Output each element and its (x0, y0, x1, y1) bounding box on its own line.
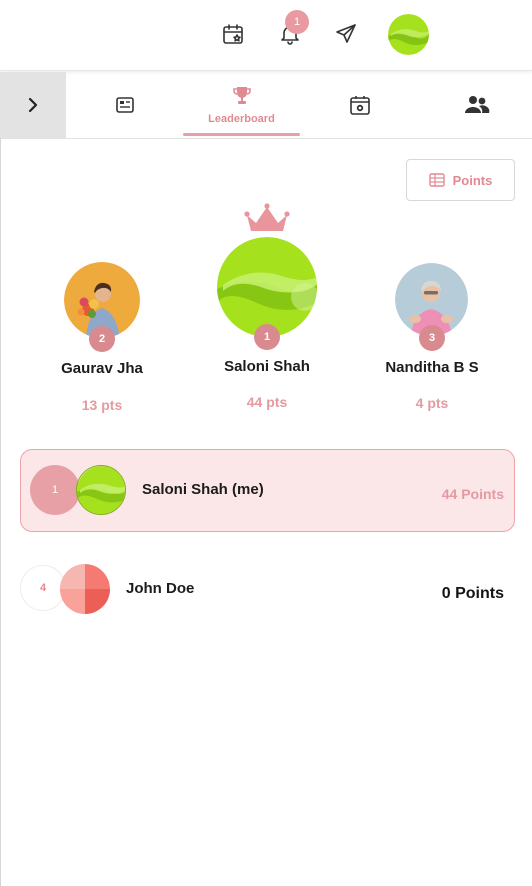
row-rank: 1 (30, 465, 80, 515)
user-avatar[interactable] (388, 14, 429, 55)
trophy-icon (232, 87, 251, 104)
tab-bar: Leaderboard (0, 72, 532, 139)
points-button-label: Points (452, 172, 493, 188)
paper-plane-icon[interactable] (332, 20, 360, 48)
first-place-rank: 1 (254, 324, 280, 350)
calendar-star-icon[interactable] (219, 20, 247, 48)
row-avatar (76, 465, 126, 515)
top-header: 1 (0, 0, 532, 71)
row-avatar (60, 564, 110, 614)
third-place-rank: 3 (419, 325, 445, 351)
tab-label-leaderboard: Leaderboard (208, 113, 275, 125)
crown-icon (244, 203, 290, 231)
people-icon (465, 96, 490, 113)
first-place-name: Saloni Shah (224, 358, 310, 375)
second-place-name: Gaurav Jha (61, 360, 143, 377)
row-name: John Doe (126, 580, 195, 597)
second-place-points: 13 pts (81, 397, 123, 413)
row-name: Saloni Shah (me) (142, 481, 264, 498)
expand-sidebar-button[interactable] (0, 72, 66, 138)
left-border (0, 138, 1, 886)
notification-badge: 1 (285, 10, 309, 34)
row-points: 44 Points (441, 486, 504, 502)
tab-people[interactable] (460, 72, 494, 138)
first-place-avatar[interactable] (217, 237, 317, 337)
row-points: 0 Points (441, 585, 504, 602)
tab-leaderboard[interactable]: Leaderboard (183, 72, 300, 138)
table-icon (428, 173, 445, 187)
active-tab-indicator (183, 133, 300, 136)
third-place-points: 4 pts (415, 395, 449, 411)
points-button[interactable]: Points (406, 159, 515, 201)
tab-feed[interactable] (105, 72, 145, 138)
third-place-name: Nanditha B S (385, 359, 479, 376)
second-place-rank: 2 (89, 326, 115, 352)
tab-events[interactable] (340, 72, 380, 138)
first-place-points: 44 pts (246, 394, 288, 410)
news-card-icon (116, 97, 134, 113)
chevron-right-icon (28, 97, 38, 113)
calendar-camera-icon (350, 96, 370, 115)
